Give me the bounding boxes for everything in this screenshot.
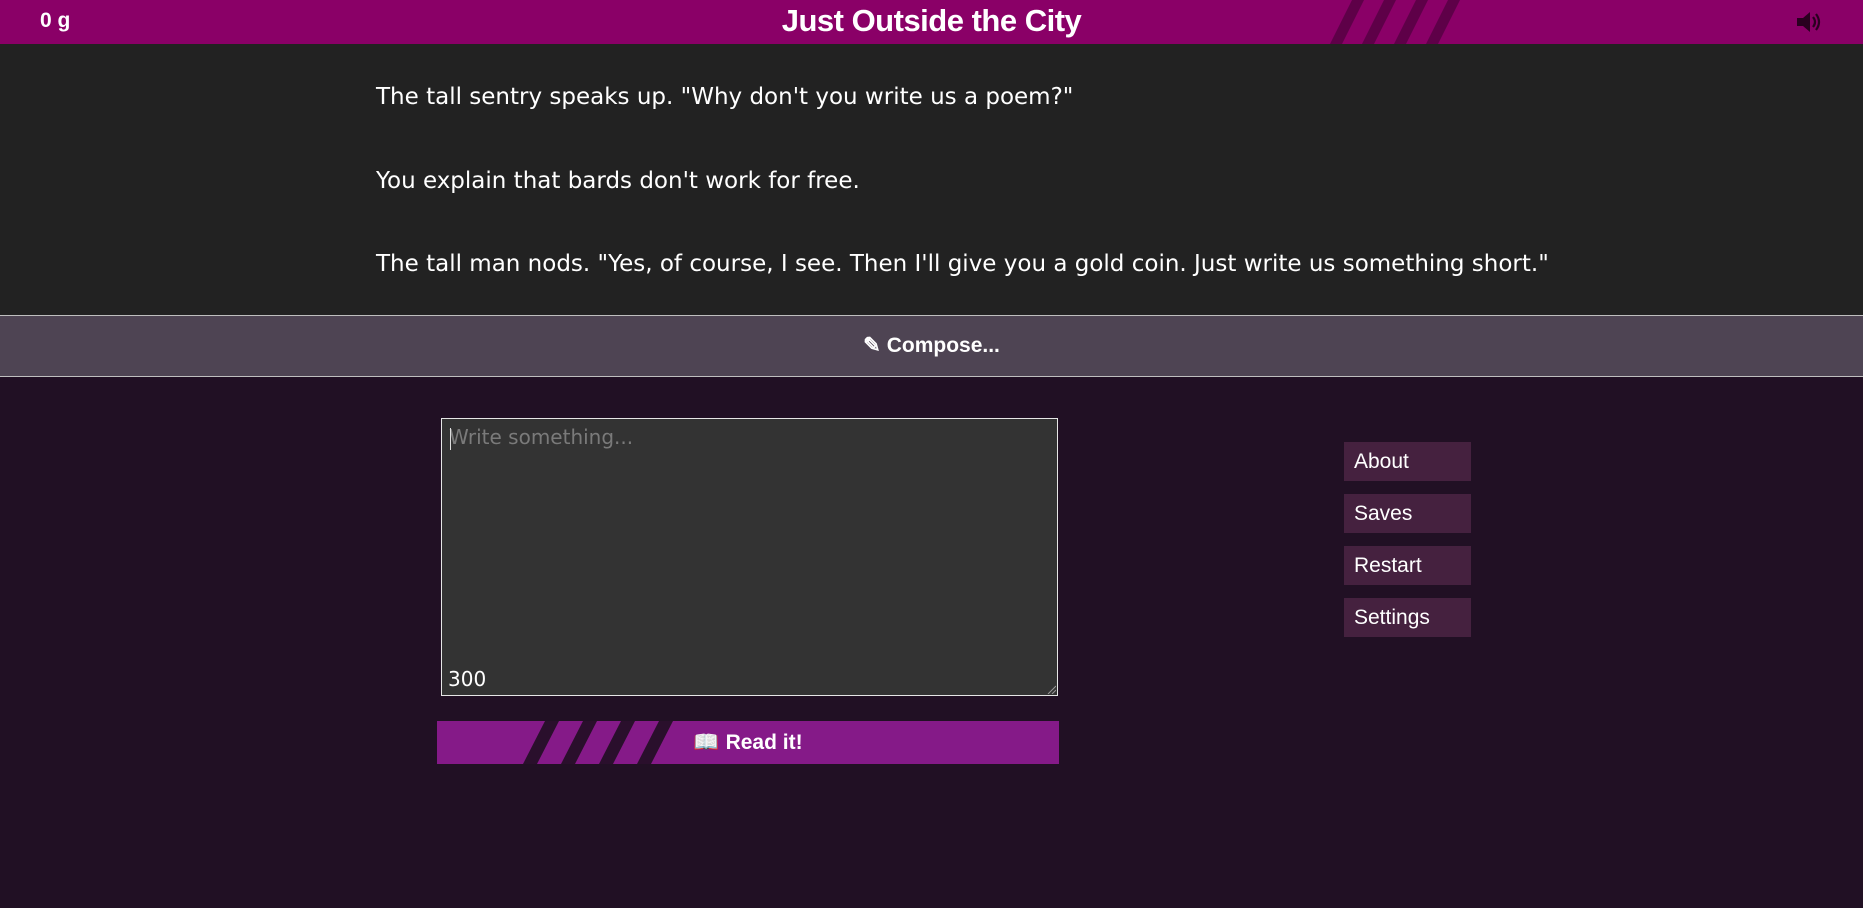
book-icon: 📖 <box>693 731 720 754</box>
text-caret <box>450 428 451 450</box>
menu-restart-button[interactable]: Restart <box>1344 546 1471 585</box>
header-stripes-decoration <box>1330 0 1460 44</box>
poem-input-container: 300 <box>441 418 1058 696</box>
divider <box>0 376 1863 377</box>
read-it-button[interactable]: 📖 Read it! <box>437 721 1059 764</box>
compose-header: ✎ Compose... <box>0 316 1863 376</box>
poem-textarea[interactable] <box>442 419 1057 695</box>
story-paragraph: You explain that bards don't work for fr… <box>376 168 860 194</box>
menu-about-button[interactable]: About <box>1344 442 1471 481</box>
story-panel: The tall sentry speaks up. "Why don't yo… <box>0 44 1863 315</box>
compose-label: Compose... <box>886 334 1000 357</box>
top-bar: 0 g Just Outside the City <box>0 0 1863 44</box>
speaker-icon[interactable] <box>1794 9 1824 35</box>
side-menu: About Saves Restart Settings <box>1344 442 1471 650</box>
menu-saves-button[interactable]: Saves <box>1344 494 1471 533</box>
resize-handle-icon[interactable] <box>1046 684 1056 694</box>
story-paragraph: The tall sentry speaks up. "Why don't yo… <box>376 84 1074 110</box>
pencil-icon: ✎ <box>863 334 881 357</box>
char-counter: 300 <box>448 667 487 691</box>
read-it-label: Read it! <box>725 731 803 754</box>
menu-settings-button[interactable]: Settings <box>1344 598 1471 637</box>
page-title: Just Outside the City <box>781 3 1082 38</box>
story-paragraph: The tall man nods. "Yes, of course, I se… <box>376 251 1549 277</box>
